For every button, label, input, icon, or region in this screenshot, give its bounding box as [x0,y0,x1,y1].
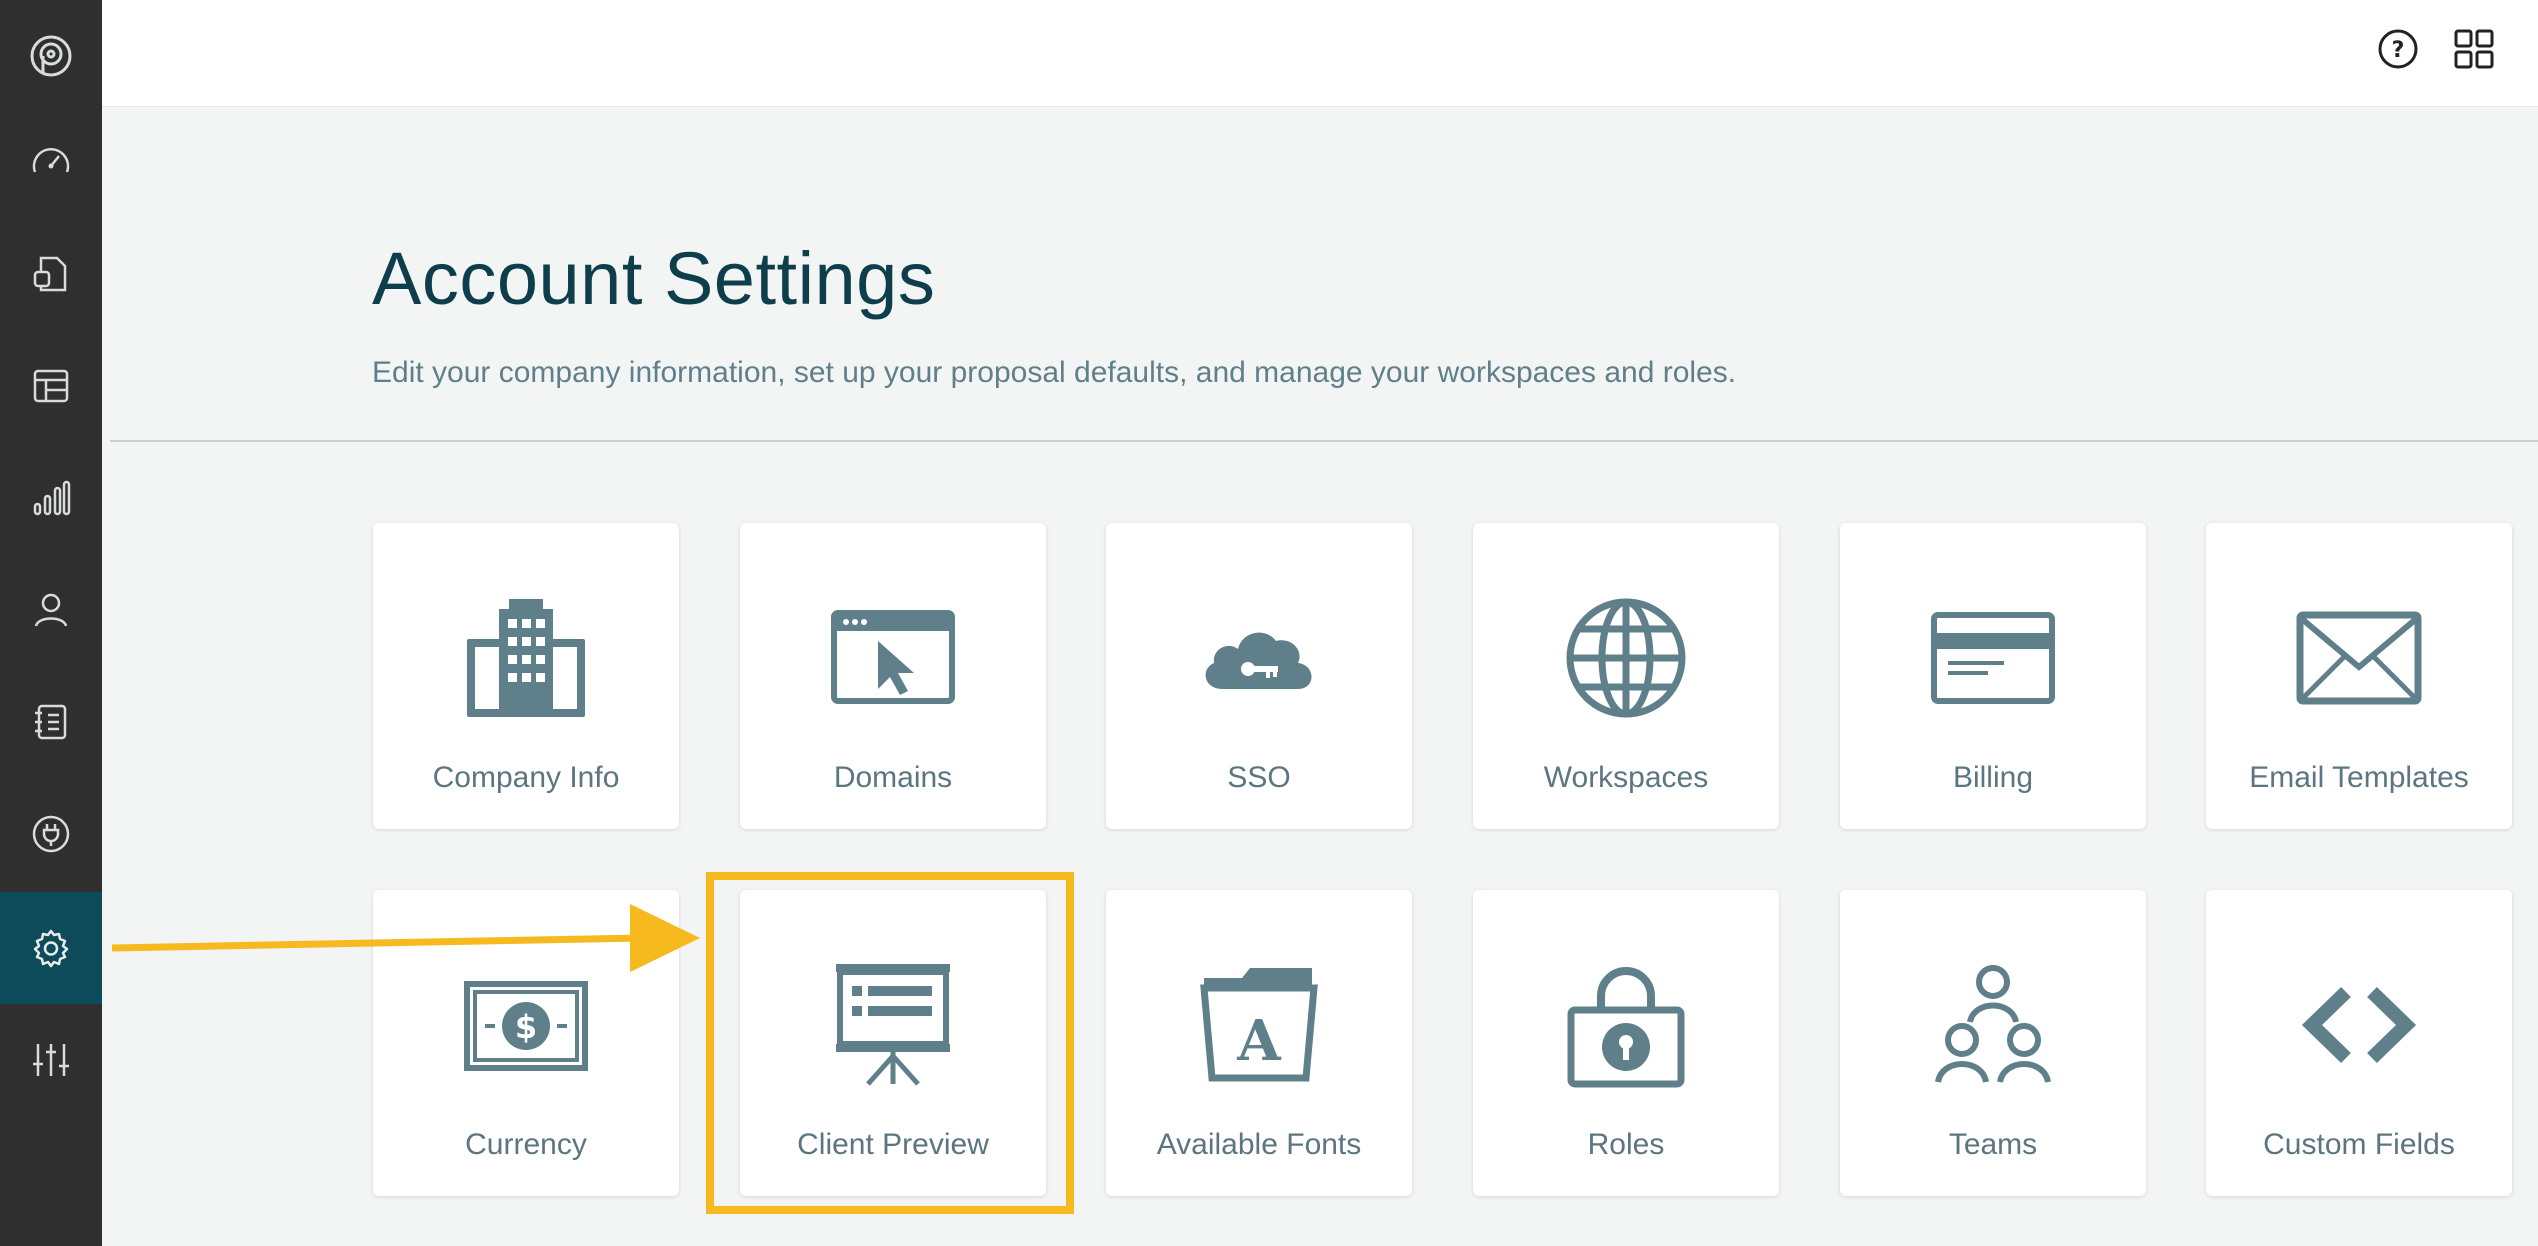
tile-label: Billing [1952,761,2034,794]
padlock-icon [1473,960,1779,1090]
tile-label: Custom Fields [2263,1128,2455,1161]
tile-available-fonts[interactable]: A Available Fonts [1106,890,1412,1196]
team-people-icon [1840,960,2146,1090]
building-icon [373,593,679,723]
tile-label: Currency [465,1128,587,1161]
sidebar [0,0,102,1246]
tile-label: Company Info [432,761,620,794]
reports-bar-icon[interactable] [0,442,102,554]
annotation-arrow [111,904,700,972]
tile-label: Domains [833,761,953,794]
templates-icon[interactable] [0,330,102,442]
svg-text:?: ? [2392,38,2405,63]
svg-text:A: A [1236,1008,1282,1074]
dashboard-gauge-icon[interactable] [0,106,102,218]
content-library-icon[interactable] [0,666,102,778]
cloud-key-icon [1106,593,1412,723]
code-brackets-icon [2206,960,2512,1090]
top-header: ? [102,0,2538,107]
help-icon[interactable]: ? [2376,27,2420,71]
tile-workspaces[interactable]: Workspaces [1473,523,1779,829]
tile-label: Workspaces [1543,761,1709,794]
contacts-person-icon[interactable] [0,554,102,666]
tile-label: Email Templates [2249,761,2469,794]
tile-email-templates[interactable]: Email Templates [2206,523,2512,829]
credit-card-icon [1840,593,2146,723]
tile-billing[interactable]: Billing [1840,523,2146,829]
proposify-logo-icon[interactable] [0,0,102,112]
page-title: Account Settings [372,237,936,320]
tile-custom-fields[interactable]: Custom Fields [2206,890,2512,1196]
tile-teams[interactable]: Teams [1840,890,2146,1196]
apps-grid-icon[interactable] [2452,27,2496,71]
highlight-box [706,872,1074,1214]
divider [110,440,2538,442]
tile-domains[interactable]: Domains [740,523,1046,829]
tile-company-info[interactable]: Company Info [373,523,679,829]
documents-icon[interactable] [0,218,102,330]
page-subtitle: Edit your company information, set up yo… [372,356,1737,389]
integrations-plug-icon[interactable] [0,778,102,890]
tile-label: Teams [1948,1128,2038,1161]
tile-label: Available Fonts [1156,1128,1362,1161]
tile-label: SSO [1227,761,1291,794]
tile-label: Roles [1587,1128,1665,1161]
tile-roles[interactable]: Roles [1473,890,1779,1196]
envelope-icon [2206,593,2512,723]
font-folder-icon: A [1106,960,1412,1090]
browser-cursor-icon [740,593,1046,723]
tile-sso[interactable]: SSO [1106,523,1412,829]
sliders-icon[interactable] [0,1004,102,1116]
globe-icon [1473,593,1779,723]
svg-text:$: $ [515,1008,537,1046]
settings-gear-icon[interactable] [0,892,102,1004]
